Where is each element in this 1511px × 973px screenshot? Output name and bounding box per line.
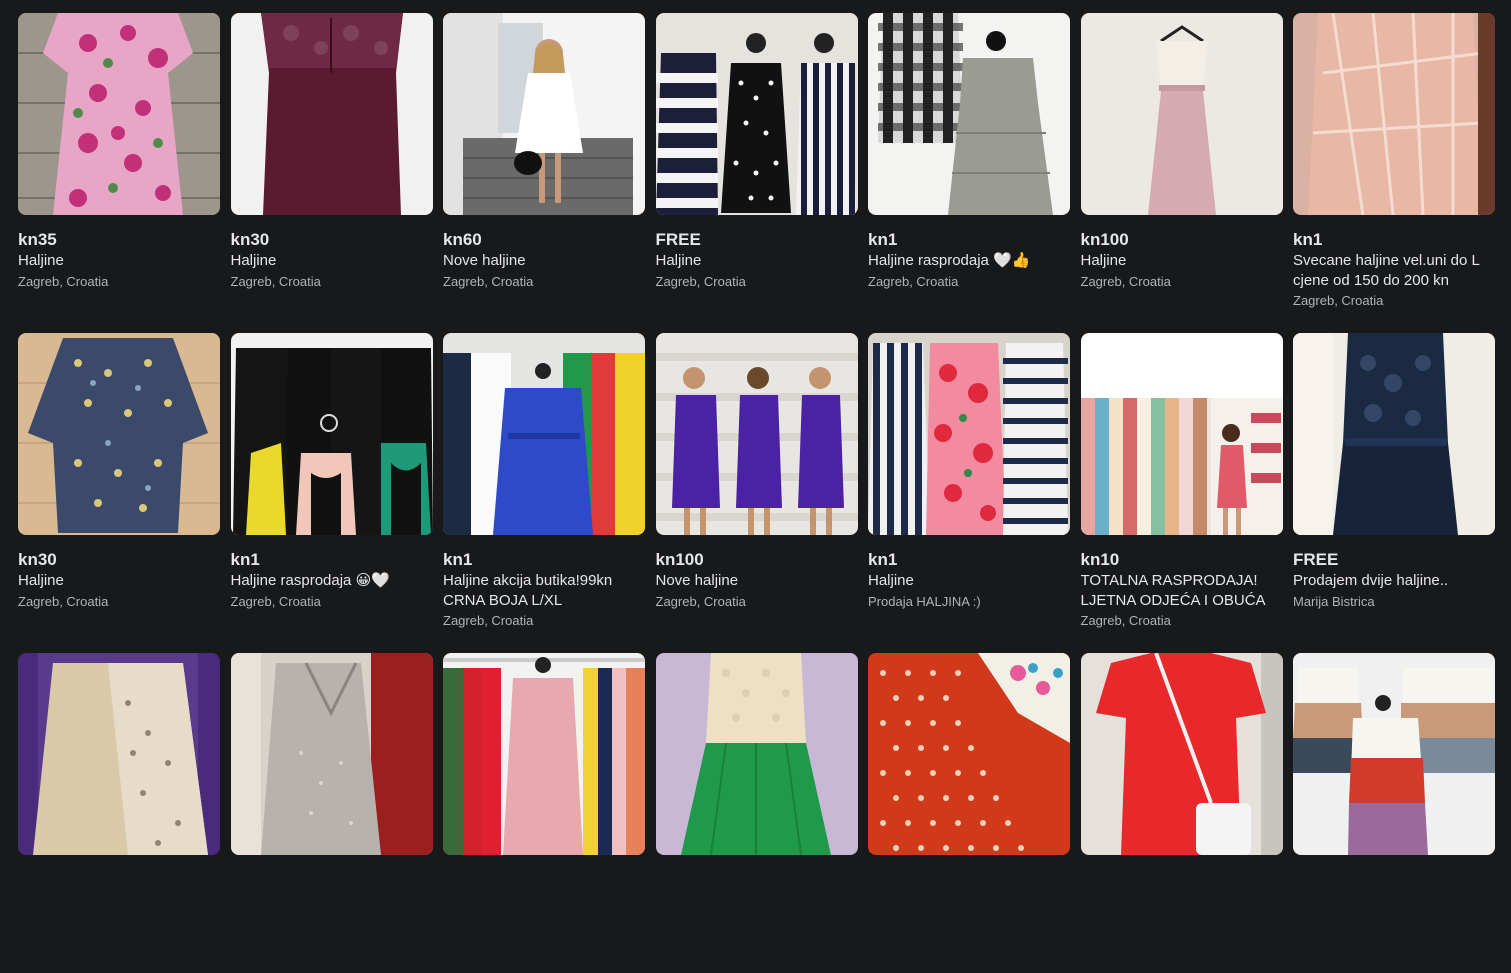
listing-location: Zagreb, Croatia bbox=[1080, 273, 1171, 289]
listing-photo[interactable] bbox=[18, 333, 220, 535]
listing-photo[interactable] bbox=[1293, 13, 1495, 215]
listing-title: Haljine bbox=[1080, 252, 1127, 269]
listing-price bbox=[656, 870, 858, 890]
listing-card[interactable] bbox=[655, 653, 858, 973]
listing-location: Zagreb, Croatia bbox=[18, 273, 109, 289]
listing-title: Prodajem dvije haljine.. bbox=[1293, 572, 1449, 589]
listing-price: FREE bbox=[655, 230, 701, 249]
listing-price: kn1 bbox=[230, 550, 260, 569]
listing-photo[interactable] bbox=[655, 333, 858, 535]
listing-card[interactable]: kn1 Haljine rasprodaja 🤍👍 Zagreb, Croati… bbox=[868, 13, 1070, 333]
listing-location: Zagreb, Croatia bbox=[443, 613, 534, 628]
listing-card[interactable]: kn10 TOTALNA RASPRODAJA! LJETNA ODJEĆA I… bbox=[1080, 333, 1283, 653]
listing-card[interactable] bbox=[230, 653, 433, 973]
listing-card[interactable] bbox=[1080, 653, 1283, 973]
listing-card[interactable] bbox=[1293, 653, 1495, 973]
listing-photo[interactable] bbox=[443, 653, 645, 855]
listing-price: kn100 bbox=[1080, 230, 1129, 249]
listing-price: kn35 bbox=[18, 230, 57, 249]
listing-location: Zagreb, Croatia bbox=[18, 593, 109, 609]
listing-location: Zagreb, Croatia bbox=[443, 273, 534, 289]
listing-price bbox=[1293, 870, 1495, 890]
listing-card[interactable]: kn1 Haljine rasprodaja 😀🤍 Zagreb, Croati… bbox=[230, 333, 433, 653]
listing-price: kn30 bbox=[18, 550, 57, 569]
listing-card[interactable]: kn30 Haljine Zagreb, Croatia bbox=[18, 333, 220, 653]
listing-price: kn1 bbox=[1293, 230, 1323, 249]
listing-card[interactable]: kn100 Nove haljine Zagreb, Croatia bbox=[655, 333, 858, 653]
listing-price: kn100 bbox=[655, 550, 704, 569]
listing-photo[interactable] bbox=[443, 13, 645, 215]
listing-location: Zagreb, Croatia bbox=[230, 593, 321, 609]
listing-price bbox=[868, 870, 1070, 890]
listing-price bbox=[443, 870, 645, 890]
listing-price: kn1 bbox=[868, 550, 898, 569]
listing-card[interactable] bbox=[443, 653, 645, 973]
listing-photo[interactable] bbox=[1080, 333, 1283, 535]
listing-photo[interactable] bbox=[868, 13, 1070, 215]
listing-location: Zagreb, Croatia bbox=[655, 273, 746, 289]
listing-photo[interactable] bbox=[230, 333, 433, 535]
listing-price bbox=[18, 870, 220, 890]
listing-photo[interactable] bbox=[18, 653, 220, 855]
listing-location: Zagreb, Croatia bbox=[868, 273, 959, 289]
listing-card[interactable]: FREE Haljine Zagreb, Croatia bbox=[655, 13, 858, 333]
listing-title: Haljine bbox=[230, 252, 277, 269]
listing-card[interactable]: kn35 Haljine Zagreb, Croatia bbox=[18, 13, 220, 333]
listing-card[interactable]: kn1 Haljine Prodaja HALJINA :) bbox=[868, 333, 1070, 653]
listing-title: Haljine akcija butika!99kn CRNA BOJA L/X… bbox=[443, 572, 613, 609]
listing-photo[interactable] bbox=[1293, 653, 1495, 855]
listing-title: Haljine bbox=[18, 252, 64, 269]
listing-price: kn1 bbox=[443, 550, 473, 569]
listing-location: Prodaja HALJINA :) bbox=[868, 593, 981, 609]
listing-location: Zagreb, Croatia bbox=[1080, 613, 1171, 628]
listing-price: kn10 bbox=[1080, 550, 1120, 569]
marketplace-listing-grid: kn35 Haljine Zagreb, Croatia kn30 Haljin… bbox=[18, 13, 1495, 973]
listing-price: kn30 bbox=[230, 230, 270, 249]
listing-photo[interactable] bbox=[868, 653, 1070, 855]
listing-title: Haljine bbox=[868, 572, 914, 589]
listing-photo[interactable] bbox=[230, 13, 433, 215]
listing-photo[interactable] bbox=[868, 333, 1070, 535]
listing-title: Haljine bbox=[655, 252, 702, 269]
listing-photo[interactable] bbox=[655, 653, 858, 855]
listing-location: Marija Bistrica bbox=[1293, 593, 1375, 609]
listing-photo[interactable] bbox=[1293, 333, 1495, 535]
listing-card[interactable]: kn1 Svecane haljine vel.uni do L cjene o… bbox=[1293, 13, 1495, 333]
listing-price bbox=[231, 870, 433, 890]
listing-title: Haljine rasprodaja 🤍👍 bbox=[868, 252, 1031, 269]
listing-photo[interactable] bbox=[655, 13, 858, 215]
listing-title: Svecane haljine vel.uni do L cjene od 15… bbox=[1293, 252, 1480, 289]
listing-card[interactable]: kn100 Haljine Zagreb, Croatia bbox=[1080, 13, 1283, 333]
listing-price: kn60 bbox=[443, 230, 482, 249]
listing-location: Zagreb, Croatia bbox=[1293, 293, 1384, 308]
listing-price bbox=[1081, 870, 1283, 890]
listing-title: Nove haljine bbox=[443, 252, 526, 269]
listing-location: Zagreb, Croatia bbox=[655, 593, 746, 609]
listing-card[interactable]: kn30 Haljine Zagreb, Croatia bbox=[230, 13, 433, 333]
listing-title: Haljine rasprodaja 😀🤍 bbox=[230, 572, 390, 589]
listing-photo[interactable] bbox=[443, 333, 645, 535]
listing-photo[interactable] bbox=[1080, 653, 1283, 855]
listing-card[interactable]: kn1 Haljine akcija butika!99kn CRNA BOJA… bbox=[443, 333, 645, 653]
listing-card[interactable]: FREE Prodajem dvije haljine.. Marija Bis… bbox=[1293, 333, 1495, 653]
listing-title: TOTALNA RASPRODAJA! LJETNA ODJEĆA I OBUĆ… bbox=[1080, 572, 1266, 609]
listing-card[interactable] bbox=[868, 653, 1070, 973]
listing-title: Haljine bbox=[18, 572, 64, 589]
listing-title: Nove haljine bbox=[655, 572, 739, 589]
listing-card[interactable] bbox=[18, 653, 220, 973]
listing-photo[interactable] bbox=[18, 13, 220, 215]
listing-price: FREE bbox=[1293, 550, 1339, 569]
listing-photo[interactable] bbox=[1080, 13, 1283, 215]
listing-price: kn1 bbox=[868, 230, 898, 249]
listing-photo[interactable] bbox=[230, 653, 433, 855]
listing-card[interactable]: kn60 Nove haljine Zagreb, Croatia bbox=[443, 13, 645, 333]
listing-location: Zagreb, Croatia bbox=[230, 273, 321, 289]
